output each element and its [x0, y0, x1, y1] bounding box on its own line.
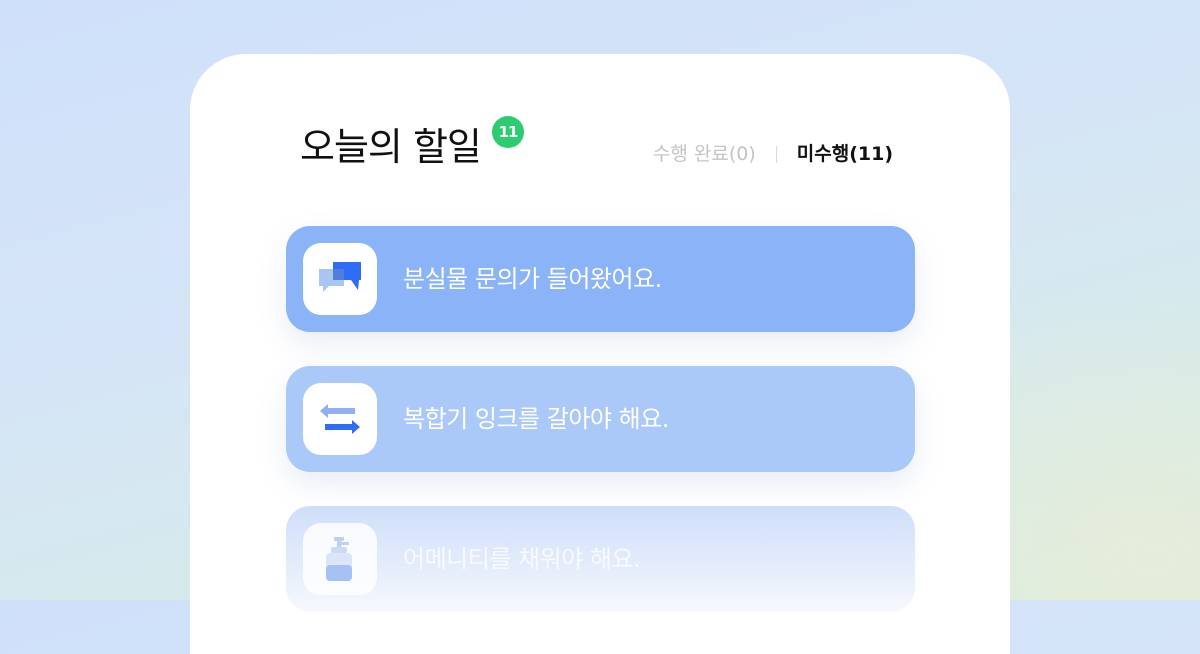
task-label: 복합기 잉크를 갈아야 해요.	[403, 405, 669, 433]
task-icon-container	[303, 383, 377, 455]
page-title: 오늘의 할일	[300, 125, 482, 169]
filter-completed[interactable]: 수행 완료(0)	[653, 141, 756, 167]
todo-card: 오늘의 할일 11 수행 완료(0) 미수행(11) 분실물 문의가 들어왔어요…	[190, 54, 1010, 654]
task-item[interactable]: 분실물 문의가 들어왔어요.	[286, 226, 915, 332]
task-item[interactable]: 복합기 잉크를 갈아야 해요.	[286, 366, 915, 472]
chat-bubbles-icon	[319, 262, 361, 292]
task-label: 어메니티를 채워야 해요.	[403, 545, 641, 573]
filter-pending[interactable]: 미수행(11)	[797, 141, 893, 167]
task-icon-container	[303, 243, 377, 315]
task-icon-container	[303, 523, 377, 595]
task-item[interactable]: 어메니티를 채워야 해요.	[286, 506, 915, 612]
count-badge: 11	[492, 116, 524, 148]
filter-tabs: 수행 완료(0) 미수행(11)	[653, 141, 893, 167]
task-label: 분실물 문의가 들어왔어요.	[403, 265, 662, 293]
swap-arrows-icon	[320, 404, 360, 434]
filter-divider	[775, 145, 777, 163]
pump-bottle-icon	[326, 537, 352, 581]
